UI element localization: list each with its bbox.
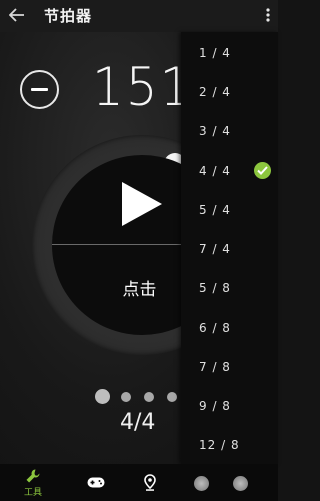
menu-item-label: 12 / 8 [199, 437, 240, 452]
time-signature-menu: 1 / 4 2 / 4 3 / 4 4 / 4 5 / 4 7 / 4 5 / … [181, 32, 278, 464]
menu-item-label: 4 / 4 [199, 163, 231, 178]
back-button[interactable] [6, 4, 28, 26]
wrench-icon [26, 469, 40, 482]
menu-item-5-8[interactable]: 5 / 8 [181, 268, 278, 307]
page-title: 节拍器 [44, 7, 93, 25]
nav-tools[interactable]: 工具 [19, 464, 47, 501]
menu-item-7-4[interactable]: 7 / 4 [181, 229, 278, 268]
menu-item-3-4[interactable]: 3 / 4 [181, 111, 278, 150]
beat-indicator [121, 392, 131, 402]
nav-tools-label: 工具 [23, 487, 42, 498]
more-vert-icon [266, 8, 270, 22]
menu-item-1-4[interactable]: 1 / 4 [181, 33, 278, 72]
beat-indicator [144, 392, 154, 402]
nav-location[interactable] [138, 464, 162, 501]
menu-item-9-8[interactable]: 9 / 8 [181, 386, 278, 425]
menu-item-label: 6 / 8 [199, 320, 231, 335]
beat-indicator [167, 392, 177, 402]
location-pin-icon [144, 474, 156, 491]
menu-item-7-8[interactable]: 7 / 8 [181, 347, 278, 386]
coin-icon [233, 476, 248, 491]
menu-item-2-4[interactable]: 2 / 4 [181, 72, 278, 111]
play-icon [122, 182, 162, 226]
app-bar: 节拍器 [0, 0, 278, 32]
more-options-button[interactable] [260, 4, 276, 26]
menu-item-12-8[interactable]: 12 / 8 [181, 425, 278, 464]
menu-item-label: 5 / 8 [199, 280, 231, 295]
menu-item-5-4[interactable]: 5 / 4 [181, 190, 278, 229]
time-signature-display[interactable]: 4/4 [120, 410, 155, 435]
menu-item-label: 1 / 4 [199, 45, 231, 60]
menu-item-label: 5 / 4 [199, 202, 231, 217]
decrease-tempo-button[interactable] [20, 70, 59, 109]
menu-item-4-4[interactable]: 4 / 4 [181, 151, 278, 190]
nav-games[interactable] [84, 464, 108, 501]
menu-item-label: 2 / 4 [199, 84, 231, 99]
arrow-left-icon [9, 8, 24, 22]
checkmark-icon [254, 162, 271, 179]
menu-item-label: 7 / 8 [199, 359, 231, 374]
menu-item-6-8[interactable]: 6 / 8 [181, 308, 278, 347]
beat-indicator-active [95, 389, 110, 404]
bpm-display: 151 [92, 56, 194, 118]
gamepad-icon [87, 477, 105, 488]
menu-item-label: 9 / 8 [199, 398, 231, 413]
menu-item-label: 3 / 4 [199, 123, 231, 138]
menu-item-label: 7 / 4 [199, 241, 231, 256]
coin-icon [194, 476, 209, 491]
tap-label: 点击 [122, 279, 157, 300]
